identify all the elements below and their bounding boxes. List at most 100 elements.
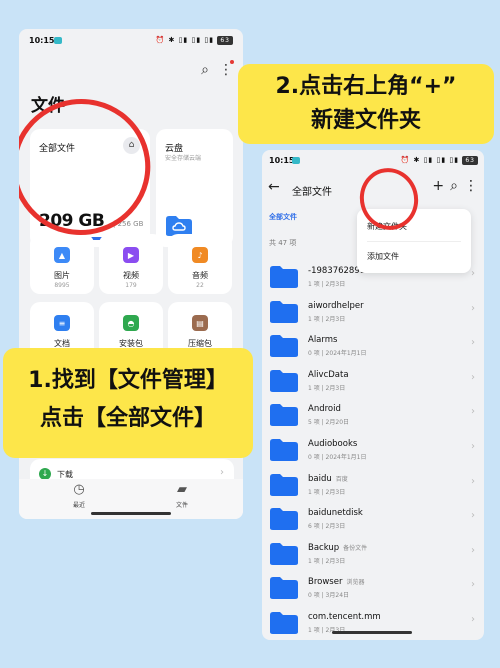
folder-icon — [270, 612, 298, 634]
category-label: 图片 — [54, 271, 70, 280]
header-title: 全部文件 — [292, 187, 332, 198]
chevron-right-icon: › — [471, 614, 475, 625]
status-icons: ⏰ ✱ ▯▮ ▯▮ ▯▮ 63 — [401, 156, 478, 165]
music-icon: ♪ — [192, 247, 208, 263]
menu-divider — [367, 241, 461, 242]
folder-icon — [270, 266, 298, 288]
nav-recent-label: 最近 — [72, 502, 85, 509]
more-menu-icon[interactable]: ⋮ — [464, 178, 478, 194]
file-meta: 1 项 | 2月3日 — [308, 281, 346, 288]
chevron-right-icon: › — [471, 268, 475, 279]
battery-icon: 63 — [217, 36, 233, 45]
nav-files[interactable]: ▰ 文件 — [157, 482, 207, 509]
category-tile[interactable]: ▲ 图片 8995 — [30, 234, 94, 294]
cloud-sublabel: 安全存储云端 — [165, 155, 202, 162]
notification-dot — [230, 60, 234, 64]
search-icon[interactable]: ⌕ — [450, 178, 458, 194]
folder-icon — [270, 335, 298, 358]
category-label: 音频 — [192, 271, 208, 280]
folder-icon — [270, 508, 298, 531]
notification-app-icon — [292, 157, 300, 164]
category-count: 22 — [196, 282, 204, 289]
clock-icon: ◷ — [73, 482, 85, 497]
status-icons: ⏰ ✱ ▯▮ ▯▮ ▯▮ 63 — [156, 36, 233, 45]
nav-recent[interactable]: ◷ 最近 — [54, 482, 104, 509]
menu-item-new-folder[interactable]: 新建文件夹 — [367, 221, 407, 232]
file-name: com.tencent.mm — [308, 612, 381, 622]
category-label: 视频 — [123, 271, 139, 280]
battery-icon: 63 — [462, 156, 478, 165]
file-meta: 1 项 | 2月3日 — [308, 557, 346, 565]
file-row[interactable]: com.tencent.mm 1 项 | 2月3日 › — [262, 608, 484, 640]
home-indicator — [332, 631, 412, 634]
callout-step-1: 1.找到【文件管理】 点击【全部文件】 — [3, 348, 253, 458]
status-bar: 10:15 ⏰ ✱ ▯▮ ▯▮ ▯▮ 63 — [19, 29, 243, 51]
android-icon: ◓ — [123, 315, 139, 331]
file-meta: 6 项 | 2月3日 — [308, 523, 346, 531]
chevron-right-icon: › — [471, 302, 475, 314]
file-meta: 1 项 | 2月3日 — [308, 488, 346, 496]
search-icon[interactable]: ⌕ — [201, 62, 209, 78]
page-title: 文件 — [31, 96, 65, 116]
more-menu-icon[interactable]: ⋮ — [219, 62, 233, 78]
file-name: baidu 百度 — [308, 473, 348, 484]
clean-icon[interactable]: ⌂ — [123, 137, 140, 154]
all-files-label: 全部文件 — [39, 144, 76, 154]
breadcrumb[interactable]: 全部文件 — [269, 212, 297, 222]
file-name: aiwordhelper — [308, 300, 364, 311]
add-menu-popup: 新建文件夹 添加文件 — [357, 209, 471, 273]
chevron-right-icon: › — [471, 371, 475, 383]
file-name: baidunetdisk — [308, 508, 363, 519]
chevron-right-icon: › — [471, 579, 475, 591]
folder-icon — [270, 369, 298, 392]
file-row[interactable]: Backup 备份文件 1 项 | 2月3日 › — [262, 539, 484, 573]
category-tile[interactable]: ♪ 音频 22 — [168, 234, 232, 294]
chevron-right-icon: › — [471, 475, 475, 487]
file-meta: 1 项 | 2月3日 — [308, 384, 346, 392]
file-row[interactable]: Browser 浏览器 0 项 | 3月24日 › — [262, 573, 484, 607]
menu-item-add-file[interactable]: 添加文件 — [367, 251, 399, 262]
back-arrow-icon[interactable]: ← — [268, 179, 280, 195]
file-row[interactable]: baidu 百度 1 项 | 2月3日 › — [262, 470, 484, 504]
folder-icon — [270, 542, 298, 565]
all-files-card[interactable]: 全部文件 ⌂ 209 GB | 256 GB — [30, 129, 150, 247]
file-name: AlivcData — [308, 369, 349, 380]
file-meta: 5 项 | 2月20日 — [308, 419, 350, 427]
add-icon[interactable]: + — [432, 178, 444, 194]
callout-step-1-line-1: 1.找到【文件管理】 — [28, 368, 228, 393]
file-row[interactable]: baidunetdisk 6 项 | 2月3日 › — [262, 504, 484, 538]
archive-icon: ▤ — [192, 315, 208, 331]
file-row[interactable]: Alarms 0 项 | 2024年1月1日 › — [262, 331, 484, 365]
document-icon: ≡ — [54, 315, 70, 331]
status-time: 10:15 — [269, 156, 295, 165]
bottom-nav: ◷ 最近 ▰ 文件 — [19, 479, 243, 519]
home-indicator — [91, 512, 171, 515]
file-row[interactable]: AlivcData 1 项 | 2月3日 › — [262, 366, 484, 400]
file-row[interactable]: Audiobooks 0 项 | 2024年1月1日 › — [262, 435, 484, 469]
file-meta: 0 项 | 2024年1月1日 — [308, 350, 367, 358]
chevron-right-icon: › — [471, 544, 475, 556]
file-tag: 百度 — [335, 475, 348, 483]
category-tile[interactable]: ▶ 视频 179 — [99, 234, 163, 294]
file-name: Browser 浏览器 — [308, 577, 365, 588]
file-name: Android — [308, 404, 341, 415]
cloud-drive-card[interactable]: 云盘 安全存储云端 — [156, 129, 233, 247]
category-count: 179 — [125, 282, 137, 289]
callout-step-2: 2.点击右上角“+” 新建文件夹 — [238, 64, 494, 144]
file-meta: 1 项 | 2月3日 — [308, 315, 346, 323]
callout-step-2-line-1: 2.点击右上角“+” — [275, 74, 457, 99]
nav-files-label: 文件 — [175, 502, 188, 509]
storage-total: | 256 GB — [113, 220, 144, 228]
callout-step-1-line-2: 点击【全部文件】 — [39, 406, 216, 431]
file-row[interactable]: aiwordhelper 1 项 | 2月3日 › — [262, 297, 484, 331]
folder-icon — [270, 404, 298, 427]
header-actions: + ⌕ ⋮ — [426, 178, 478, 194]
file-row[interactable]: Android 5 项 | 2月20日 › — [262, 400, 484, 434]
status-time: 10:15 — [29, 36, 55, 45]
chevron-right-icon: › — [471, 510, 475, 522]
callout-step-2-line-2: 新建文件夹 — [310, 108, 421, 133]
video-icon: ▶ — [123, 247, 139, 263]
folder-icon — [270, 577, 298, 600]
folder-icon: ▰ — [177, 482, 187, 497]
status-bar: 10:15 ⏰ ✱ ▯▮ ▯▮ ▯▮ 63 — [262, 150, 484, 170]
